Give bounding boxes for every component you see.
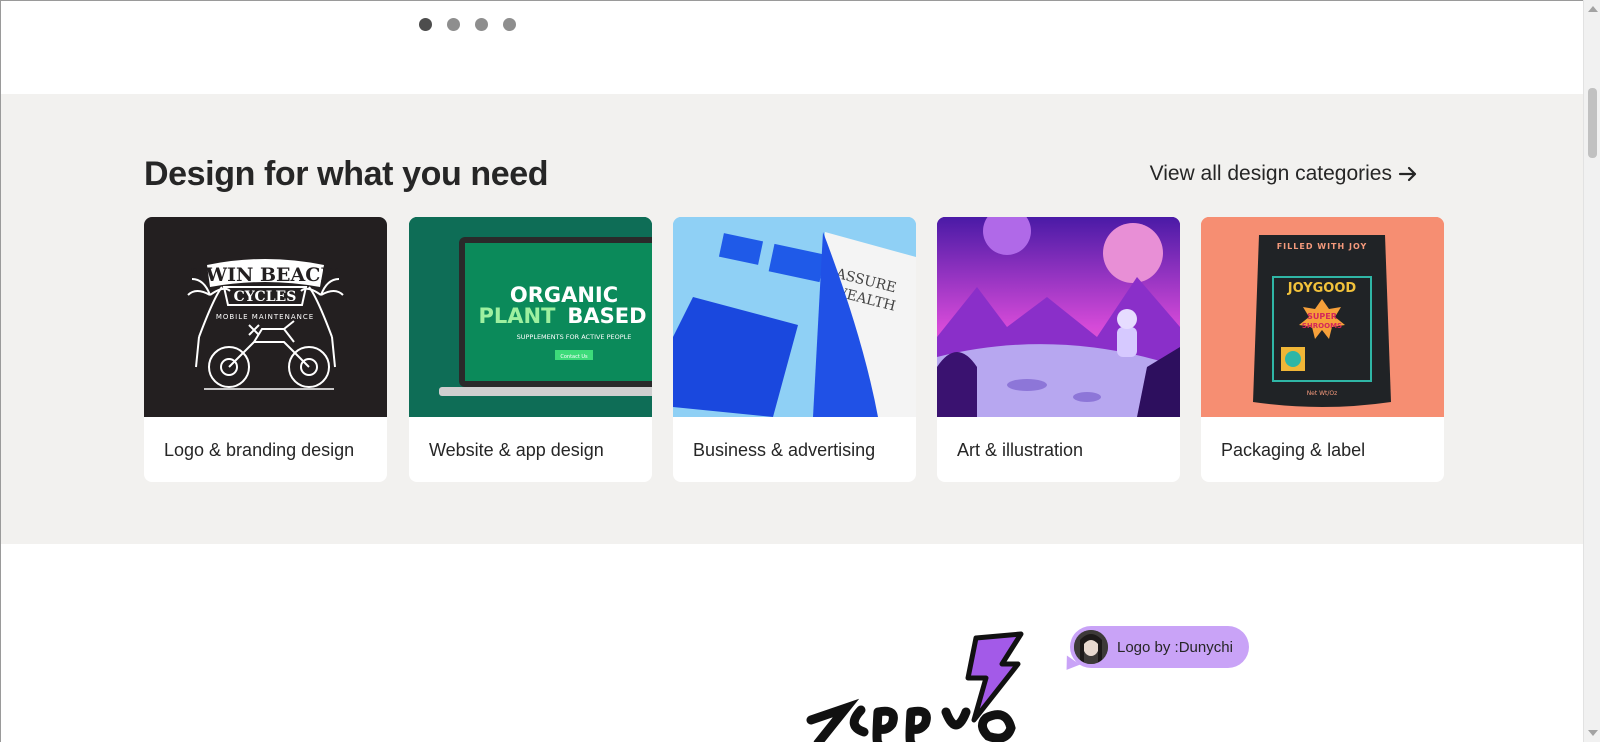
category-label: Art & illustration	[957, 439, 1084, 460]
carousel-dot-3[interactable]	[475, 18, 488, 31]
category-card-business-advertising[interactable]: ASSURE WEALTH Business & advertising	[673, 217, 916, 482]
category-label: Packaging & label	[1221, 439, 1366, 460]
showcase-logo-image	[806, 631, 1024, 742]
svg-text:BASED: BASED	[567, 304, 646, 328]
svg-text:MOBILE MAINTENANCE: MOBILE MAINTENANCE	[216, 313, 314, 321]
svg-text:Net Wt/Oz: Net Wt/Oz	[1307, 390, 1338, 397]
avatar	[1074, 630, 1108, 664]
svg-text:CYCLES: CYCLES	[234, 289, 297, 305]
svg-text:SUPPLEMENTS FOR ACTIVE PEOPLE: SUPPLEMENTS FOR ACTIVE PEOPLE	[517, 333, 632, 341]
carousel-dot-4[interactable]	[503, 18, 516, 31]
carousel-dot-1[interactable]	[419, 18, 432, 31]
category-card-packaging-label[interactable]: FILLED WITH JOY JOYGOOD SUPER SHROOMS Ne…	[1201, 217, 1444, 482]
scroll-up-icon[interactable]	[1588, 6, 1598, 12]
category-card-logo-branding[interactable]: TWIN BEACH CYCLES MOBILE MAINTENANCE Log…	[144, 217, 387, 482]
view-all-label: View all design categories	[1149, 162, 1392, 185]
vertical-scrollbar[interactable]	[1583, 0, 1600, 742]
arrow-right-icon	[1398, 166, 1417, 182]
section-heading: Design for what you need	[144, 155, 549, 193]
art-illustration-image	[937, 217, 1180, 417]
svg-text:SUPER: SUPER	[1307, 312, 1337, 321]
svg-text:JOYGOOD: JOYGOOD	[1287, 281, 1357, 296]
svg-text:Contact Us: Contact Us	[560, 354, 588, 360]
view-all-categories-link[interactable]: View all design categories	[1150, 162, 1418, 186]
scrollbar-thumb[interactable]	[1588, 88, 1597, 158]
carousel-dots	[419, 18, 516, 31]
category-card-art-illustration[interactable]: Art & illustration	[937, 217, 1180, 482]
carousel-dot-2[interactable]	[447, 18, 460, 31]
svg-text:FILLED WITH JOY: FILLED WITH JOY	[1277, 242, 1368, 251]
logo-branding-image: TWIN BEACH CYCLES MOBILE MAINTENANCE	[144, 217, 387, 417]
svg-text:SHROOMS: SHROOMS	[1302, 322, 1342, 330]
category-card-website-app[interactable]: ORGANIC PLANT BASED SUPPLEMENTS FOR ACTI…	[409, 217, 652, 482]
scroll-down-icon[interactable]	[1588, 730, 1598, 736]
category-label: Website & app design	[429, 439, 604, 460]
category-label: Business & advertising	[693, 439, 876, 460]
website-app-image: ORGANIC PLANT BASED SUPPLEMENTS FOR ACTI…	[409, 217, 652, 417]
packaging-label-image: FILLED WITH JOY JOYGOOD SUPER SHROOMS Ne…	[1201, 217, 1444, 417]
page-viewport: Design for what you need View all design…	[0, 0, 1583, 742]
svg-text:TWIN BEACH: TWIN BEACH	[192, 264, 339, 286]
category-label: Logo & branding design	[164, 439, 355, 460]
business-advertising-image: ASSURE WEALTH	[673, 217, 916, 417]
svg-text:PLANT: PLANT	[479, 304, 557, 328]
credit-text: Logo by :Dunychi	[1117, 638, 1233, 656]
designer-credit-badge[interactable]: Logo by :Dunychi	[1070, 626, 1249, 668]
